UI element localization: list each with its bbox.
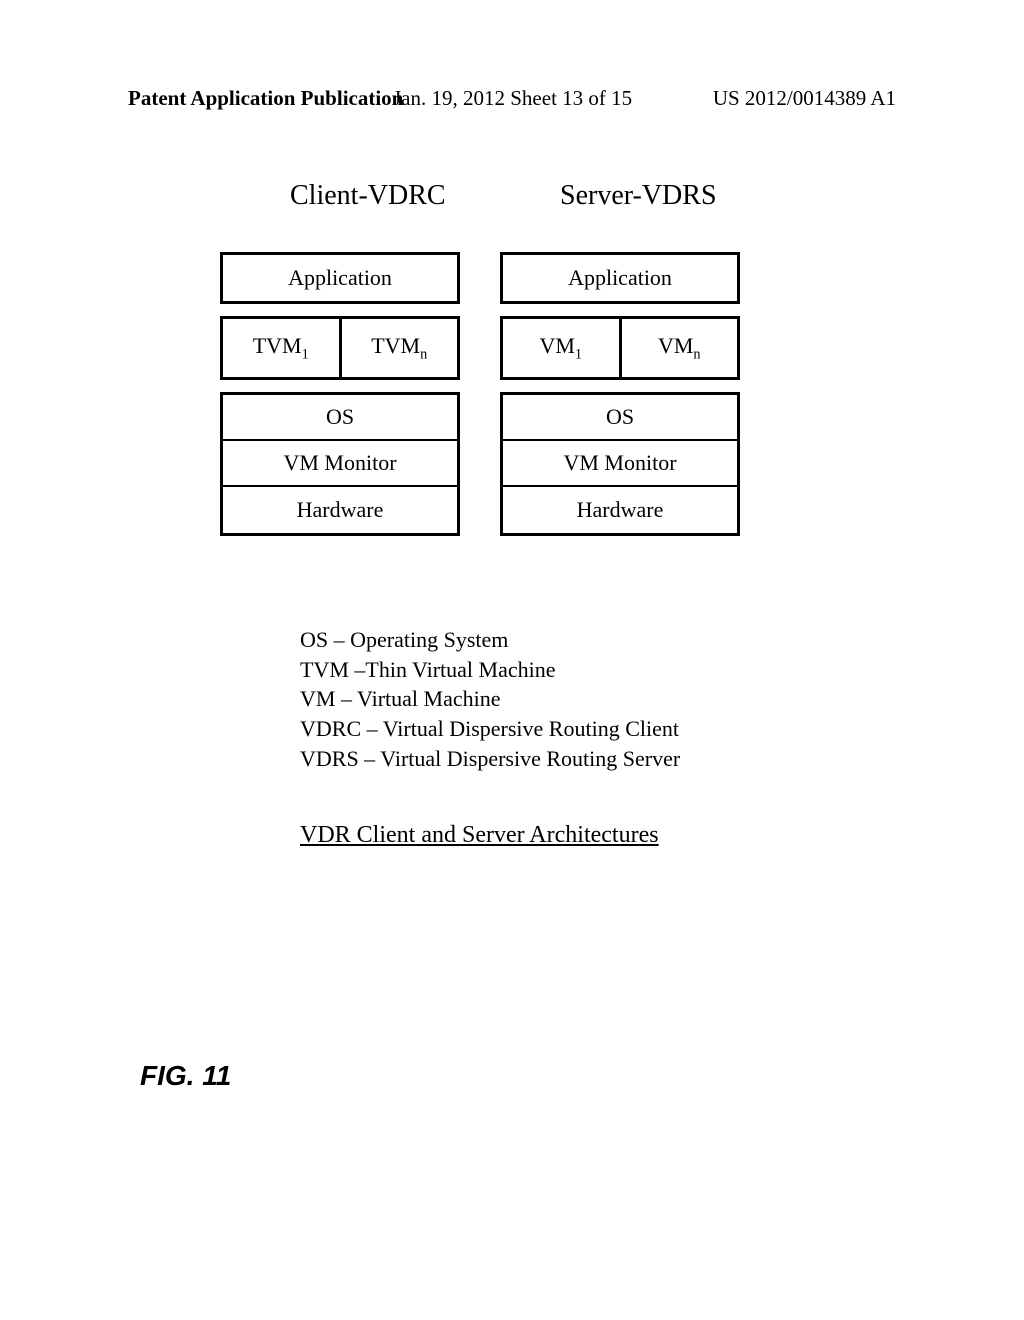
server-vmn-text: VM — [658, 333, 693, 358]
client-tvm1-label: TVM1 — [253, 333, 309, 363]
legend-line-os: OS – Operating System — [300, 625, 680, 655]
client-tvmn-sub: n — [420, 346, 427, 362]
column-titles: Client-VDRC Server-VDRS — [290, 180, 840, 212]
server-stack: Application VM1 VMn OS VM Monitor Hardwa… — [500, 252, 740, 536]
server-lower-group: OS VM Monitor Hardware — [500, 392, 740, 536]
server-hardware-box: Hardware — [503, 487, 737, 533]
header-right: US 2012/0014389 A1 — [713, 86, 896, 111]
figure-label: FIG. 11 — [140, 1060, 231, 1092]
client-tvmn-label: TVMn — [371, 333, 427, 363]
client-hardware-box: Hardware — [223, 487, 457, 533]
server-vmn-box: VMn — [622, 316, 741, 380]
legend: OS – Operating System TVM –Thin Virtual … — [300, 625, 680, 773]
legend-line-vm: VM – Virtual Machine — [300, 684, 680, 714]
server-vmn-sub: n — [693, 346, 700, 362]
client-tvmn-text: TVM — [371, 333, 420, 358]
diagram-caption: VDR Client and Server Architectures — [300, 822, 659, 849]
header-left: Patent Application Publication — [128, 86, 403, 111]
server-vm1-text: VM — [539, 333, 574, 358]
server-vm1-box: VM1 — [500, 316, 622, 380]
client-lower-group: OS VM Monitor Hardware — [220, 392, 460, 536]
client-application-box: Application — [220, 252, 460, 304]
stacks-row: Application TVM1 TVMn OS VM Monitor Hard… — [220, 252, 840, 536]
client-column-title: Client-VDRC — [290, 180, 520, 212]
legend-line-tvm: TVM –Thin Virtual Machine — [300, 655, 680, 685]
server-vm-monitor-box: VM Monitor — [503, 441, 737, 487]
client-os-box: OS — [223, 395, 457, 441]
legend-line-vdrs: VDRS – Virtual Dispersive Routing Server — [300, 744, 680, 774]
server-vm1-label: VM1 — [539, 333, 582, 363]
server-vm-row: VM1 VMn — [500, 316, 740, 380]
page-header: Patent Application Publication Jan. 19, … — [128, 86, 896, 111]
client-tvm1-sub: 1 — [302, 346, 309, 362]
server-vmn-label: VMn — [658, 333, 701, 363]
client-tvm1-text: TVM — [253, 333, 302, 358]
client-tvm1-box: TVM1 — [220, 316, 342, 380]
client-tvmn-box: TVMn — [342, 316, 461, 380]
client-vm-row: TVM1 TVMn — [220, 316, 460, 380]
server-vm1-sub: 1 — [575, 346, 582, 362]
server-column-title: Server-VDRS — [560, 180, 790, 212]
server-os-box: OS — [503, 395, 737, 441]
client-vm-monitor-box: VM Monitor — [223, 441, 457, 487]
diagram-area: Client-VDRC Server-VDRS Application TVM1… — [220, 180, 840, 536]
server-application-box: Application — [500, 252, 740, 304]
client-stack: Application TVM1 TVMn OS VM Monitor Hard… — [220, 252, 460, 536]
header-center: Jan. 19, 2012 Sheet 13 of 15 — [393, 86, 632, 111]
legend-line-vdrc: VDRC – Virtual Dispersive Routing Client — [300, 714, 680, 744]
